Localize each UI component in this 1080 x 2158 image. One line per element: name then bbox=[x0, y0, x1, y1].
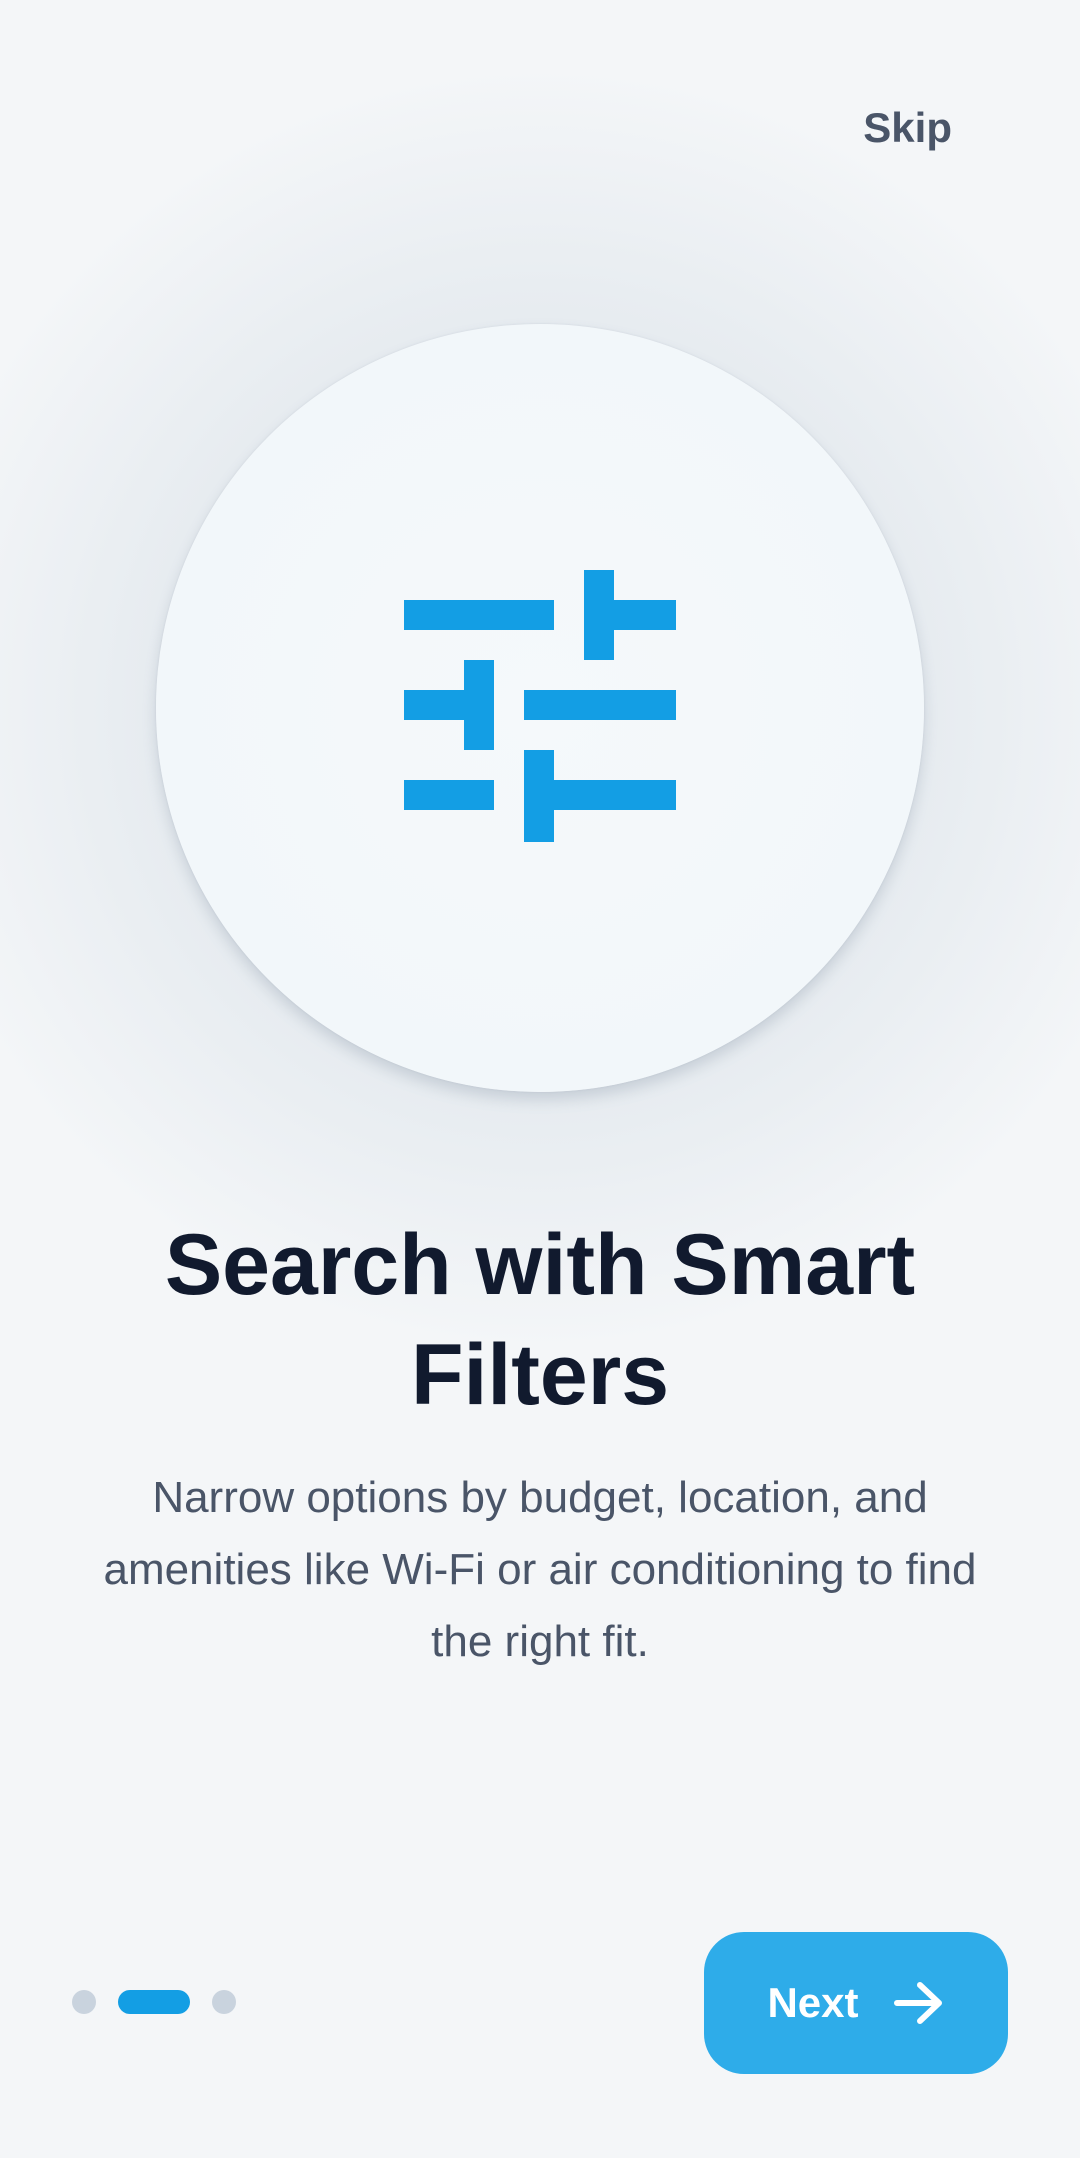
onboarding-screen: Skip Search with Smart Filters Narrow op… bbox=[0, 0, 1080, 2158]
next-button-label: Next bbox=[767, 1979, 859, 2026]
sliders-filter-icon bbox=[404, 570, 676, 842]
page-dot-3 bbox=[212, 1990, 236, 2014]
page-description: Narrow options by budget, location, and … bbox=[103, 1473, 977, 1666]
page-dot-1 bbox=[72, 1990, 96, 2014]
arrow-right-icon bbox=[893, 1982, 942, 2024]
next-button[interactable]: Next bbox=[704, 1932, 1008, 2074]
pagination-indicator bbox=[72, 1990, 236, 2014]
page-title: Search with Smart Filters bbox=[164, 1217, 916, 1423]
page-dot-2-active bbox=[118, 1990, 190, 2014]
